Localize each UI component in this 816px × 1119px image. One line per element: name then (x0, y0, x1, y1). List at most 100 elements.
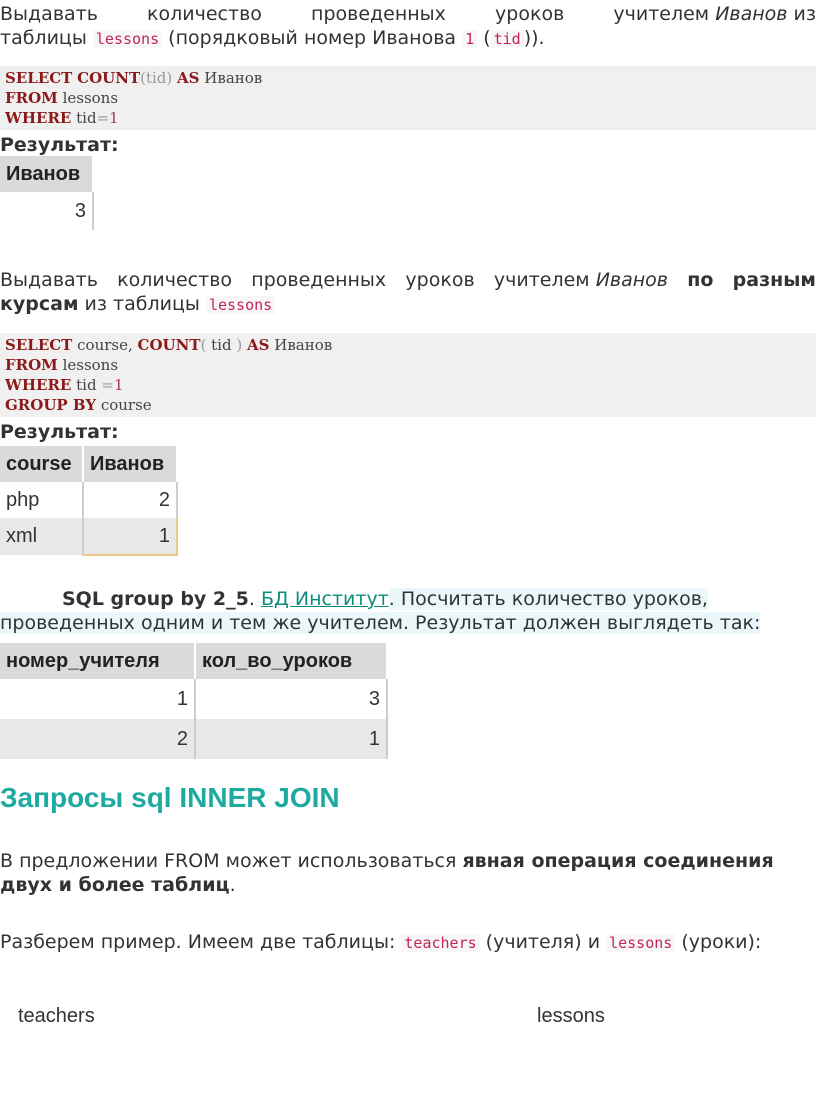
paragraph-3: В предложении FROM может использоваться … (0, 849, 812, 897)
sql-alias: Иванов (274, 336, 333, 354)
word: уроков (405, 269, 475, 291)
result-label: Результат: (0, 421, 119, 443)
result-table-3: номер_учителя кол_во_уроков 1 3 2 1 (0, 643, 388, 759)
table-cell: 1 (83, 518, 178, 556)
sql-keyword: GROUP BY (5, 396, 97, 414)
bold-word: курсам (0, 293, 79, 315)
table-cell: 3 (195, 679, 388, 719)
inline-code-column: tid (490, 30, 524, 48)
sql-function: COUNT (77, 69, 141, 87)
inline-code-table: lessons (92, 30, 163, 48)
table-row: 3 (0, 192, 94, 230)
word: учителем (613, 3, 710, 25)
section-heading: Запросы sql INNER JOIN (0, 782, 340, 813)
word: количество (147, 3, 262, 25)
word: количество (117, 269, 233, 291)
paragraph-2: Выдавать количество проведенных уроков у… (0, 268, 816, 317)
word: Выдавать (0, 269, 98, 291)
word-group: учителем Иванов (494, 268, 668, 292)
sql-number: 1 (109, 109, 119, 127)
text: )). (523, 27, 545, 49)
table-cell: 1 (195, 719, 388, 759)
text: . (229, 874, 236, 896)
paragraph-1-line-1: Выдавать количество проведенных уроков у… (0, 2, 816, 26)
sql-keyword: AS (247, 336, 270, 354)
code-line: SELECT course, COUNT( tid ) AS Иванов (5, 335, 811, 355)
code-line: WHERE tid=1 (5, 108, 811, 128)
result-table-2: course Иванов php 2 xml 1 (0, 446, 178, 556)
text: (учителя) и (479, 931, 607, 953)
column-header: Иванов (0, 156, 94, 192)
lessons-label: lessons (537, 1005, 605, 1027)
word: из (793, 3, 816, 25)
column-header: course (0, 446, 84, 482)
word: таблицы (0, 27, 87, 49)
result-table-1: Иванов 3 (0, 156, 94, 230)
sql-keyword: FROM (5, 89, 58, 107)
sql-query-1: SELECT COUNT(tid) AS Иванов FROM lessons… (0, 66, 816, 130)
table-header-row: course Иванов (0, 446, 178, 482)
inline-code-table: lessons (606, 934, 676, 952)
text: проведенных одним и тем же учителем. Рез… (0, 612, 761, 634)
inline-code-number: 1 (462, 30, 478, 48)
text: (порядковый номер Иванова (168, 27, 457, 49)
table-header-row: номер_учителя кол_во_уроков (0, 643, 388, 679)
sql-column: tid (76, 376, 97, 394)
table-cell: 2 (83, 482, 178, 518)
paragraph-2-line-1: Выдавать количество проведенных уроков у… (0, 268, 816, 292)
paragraph-1: Выдавать количество проведенных уроков у… (0, 2, 816, 51)
sql-number: 1 (113, 376, 124, 394)
table-cell: php (0, 482, 84, 518)
task-line-2: проведенных одним и тем же учителем. Рез… (0, 611, 816, 635)
column-header: Иванов (83, 446, 178, 482)
table-row: 1 3 (0, 679, 388, 719)
paragraph-1-line-2: таблицы lessons (порядковый номер Иванов… (0, 26, 816, 51)
sql-alias: Иванов (204, 69, 263, 87)
table-cell: 2 (0, 719, 196, 759)
text: . (248, 588, 255, 610)
sql-keyword: WHERE (5, 376, 72, 394)
text: Разберем пример. Имеем две таблицы: (0, 931, 402, 953)
text: (уроки): (675, 931, 762, 953)
table-row: xml 1 (0, 518, 178, 556)
sql-keyword: SELECT (5, 336, 73, 354)
text: ( (483, 27, 491, 49)
code-line: SELECT COUNT(tid) AS Иванов (5, 68, 811, 88)
bold-word: по (687, 269, 714, 291)
sql-column: course (100, 396, 152, 414)
text: В предложении FROM может использоваться (0, 850, 463, 872)
word-group: учителем Иванов из (613, 2, 816, 26)
word: Выдавать (0, 3, 98, 25)
teachers-label: teachers (18, 1005, 95, 1027)
sql-paren: ) (236, 336, 243, 354)
sql-keyword: WHERE (5, 109, 72, 127)
task-paragraph: SQL group by 2_5. БД Институт. Посчитать… (0, 587, 816, 635)
table-cell: 1 (0, 679, 196, 719)
teacher-name: Иванов (715, 3, 788, 25)
sql-query-2: SELECT course, COUNT( tid ) AS Иванов FR… (0, 333, 816, 417)
table-row: php 2 (0, 482, 178, 518)
sql-table: lessons (62, 89, 119, 107)
sql-keyword: SELECT (5, 69, 73, 87)
db-institute-link[interactable]: БД Институт (261, 588, 389, 610)
column-header: номер_учителя (0, 643, 196, 679)
table-header-row: Иванов (0, 156, 94, 192)
table-cell: 3 (0, 192, 94, 230)
sql-function: COUNT (137, 336, 201, 354)
table-row: 2 1 (0, 719, 388, 759)
sql-operator: = (96, 109, 110, 127)
text: . Посчитать количество уроков, (388, 588, 708, 610)
table-cell: xml (0, 518, 84, 555)
teacher-name: Иванов (595, 269, 668, 291)
text: из таблицы (84, 293, 200, 315)
sql-paren: ( (200, 336, 207, 354)
result-label: Результат: (0, 134, 119, 156)
sql-operator: = (101, 376, 114, 394)
word: проведенных (311, 3, 446, 25)
sql-args: (tid) (140, 69, 173, 87)
code-line: FROM lessons (5, 355, 811, 375)
word: проведенных (251, 269, 387, 291)
inline-code-table: lessons (205, 296, 276, 314)
word: уроков (495, 3, 565, 25)
column-header: кол_во_уроков (195, 643, 388, 679)
